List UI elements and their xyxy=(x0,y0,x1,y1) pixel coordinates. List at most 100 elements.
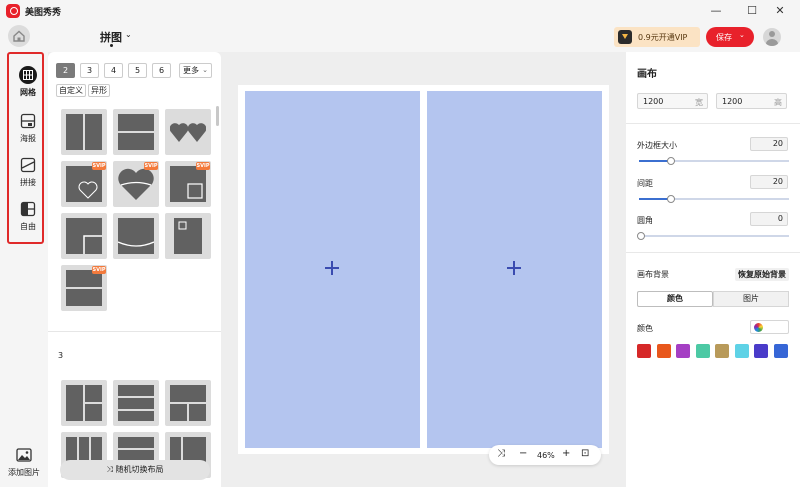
home-button[interactable] xyxy=(8,25,30,47)
restore-background-button[interactable]: 恢复原始背景 xyxy=(735,268,789,281)
layout-thumb[interactable] xyxy=(165,109,211,155)
shuffle-icon[interactable]: ⤨ xyxy=(497,448,505,459)
app-title: 美图秀秀 xyxy=(25,8,62,18)
color-swatch[interactable] xyxy=(656,344,671,358)
spacing-label: 间距 xyxy=(637,179,653,188)
nav-label: 网格 xyxy=(20,88,36,97)
layout-thumb[interactable] xyxy=(165,380,211,426)
tab-irregular[interactable]: 异形 xyxy=(88,84,110,97)
color-swatch[interactable] xyxy=(637,344,651,358)
outer-border-value[interactable]: 20 xyxy=(750,137,788,151)
save-label: 保存 xyxy=(716,33,732,42)
slider-knob[interactable] xyxy=(637,232,645,240)
section-divider xyxy=(48,331,221,332)
slider-knob[interactable] xyxy=(667,157,675,165)
mode-indicator-dot xyxy=(110,44,113,47)
width-value: 1200 xyxy=(643,97,664,106)
zoom-in-icon[interactable]: + xyxy=(562,448,570,459)
color-swatch[interactable] xyxy=(695,344,710,358)
nav-label: 拼接 xyxy=(20,178,36,187)
more-dropdown[interactable]: 更多 ⌄ xyxy=(179,63,212,78)
layout-square-inset-icon xyxy=(170,166,206,202)
count-tab-5[interactable]: 5 xyxy=(128,63,147,78)
poster-icon xyxy=(20,113,36,129)
color-swatch[interactable] xyxy=(715,344,729,358)
save-button[interactable]: 保存 ⌄ xyxy=(706,27,754,47)
layout-thumb[interactable] xyxy=(61,109,107,155)
top-toolbar: 拼图 ⌄ 0.9元开通VIP 保存 ⌄ xyxy=(0,22,800,52)
color-label: 颜色 xyxy=(637,324,653,333)
layout-thumb[interactable] xyxy=(61,213,107,259)
collage-cell-2[interactable] xyxy=(427,91,602,448)
count-tab-3[interactable]: 3 xyxy=(80,63,99,78)
color-swatch[interactable] xyxy=(676,344,690,358)
add-image-plus-icon[interactable] xyxy=(325,261,339,275)
corner-value[interactable]: 0 xyxy=(750,212,788,226)
fit-screen-icon[interactable]: ⊡ xyxy=(581,448,589,459)
layout-two-hearts-icon xyxy=(170,123,206,142)
canvas-width-input[interactable]: 1200 宽 xyxy=(637,93,708,109)
image-add-icon xyxy=(16,448,32,462)
color-picker[interactable] xyxy=(750,320,789,334)
more-label: 更多 xyxy=(183,66,199,75)
height-unit: 高 xyxy=(774,98,782,107)
panel-scrollbar[interactable] xyxy=(216,106,219,126)
shuffle-layout-button[interactable]: ⤨ 随机切换布局 xyxy=(60,460,210,480)
vip-upgrade-label: 0.9元开通VIP xyxy=(638,33,688,42)
tab-color[interactable]: 颜色 xyxy=(637,291,713,307)
corner-label: 圆角 xyxy=(637,216,653,225)
count-tab-2[interactable]: 2 xyxy=(56,63,75,78)
svip-badge: SVIP xyxy=(92,162,106,170)
slider-knob[interactable] xyxy=(667,195,675,203)
add-photo-button[interactable]: 添加图片 xyxy=(4,444,44,478)
nav-item-stitch[interactable]: 拼接 xyxy=(13,154,43,194)
spacing-slider[interactable] xyxy=(639,195,789,203)
height-value: 1200 xyxy=(722,97,743,106)
collage-cell-1[interactable] xyxy=(245,91,420,448)
nav-item-grid[interactable]: 网格 xyxy=(13,64,43,104)
count-tab-6[interactable]: 6 xyxy=(152,63,171,78)
add-image-plus-icon[interactable] xyxy=(507,261,521,275)
vip-upgrade-button[interactable]: 0.9元开通VIP xyxy=(614,27,700,47)
zoom-out-icon[interactable]: − xyxy=(519,448,527,459)
outer-border-label: 外边框大小 xyxy=(637,141,677,150)
color-swatch[interactable] xyxy=(754,344,768,358)
canvas-height-input[interactable]: 1200 高 xyxy=(716,93,787,109)
layout-thumb[interactable] xyxy=(165,213,211,259)
mode-switcher-label[interactable]: 拼图 xyxy=(100,29,122,45)
svip-badge: SVIP xyxy=(92,266,106,274)
layout-thumb[interactable] xyxy=(113,213,159,259)
chevron-down-icon[interactable]: ⌄ xyxy=(125,30,132,39)
zoom-controls: ⤨ − 46% + ⊡ xyxy=(489,445,601,465)
corner-slider[interactable] xyxy=(637,232,789,240)
layout-thumb[interactable]: SVIP xyxy=(61,161,107,207)
layout-three-c-icon xyxy=(170,385,206,421)
layout-thumb[interactable] xyxy=(113,380,159,426)
layout-thumb[interactable] xyxy=(113,109,159,155)
stitch-icon xyxy=(20,157,36,173)
divider xyxy=(626,252,800,253)
chevron-down-icon[interactable]: ⌄ xyxy=(739,31,745,39)
nav-label: 自由 xyxy=(20,222,36,231)
divider xyxy=(626,123,800,124)
minimize-icon[interactable]: — xyxy=(708,3,724,19)
nav-item-poster[interactable]: 海报 xyxy=(13,110,43,150)
nav-item-freestyle[interactable]: 自由 xyxy=(13,198,43,238)
zoom-level: 46% xyxy=(537,451,555,460)
width-unit: 宽 xyxy=(695,98,703,107)
layout-thumb[interactable] xyxy=(61,380,107,426)
spacing-value[interactable]: 20 xyxy=(750,175,788,189)
color-swatch[interactable] xyxy=(734,344,749,358)
title-bar: 美图秀秀 — ☐ ✕ xyxy=(0,0,800,22)
layout-thumb[interactable]: SVIP xyxy=(113,161,159,207)
layout-thumb[interactable]: SVIP xyxy=(165,161,211,207)
tab-custom[interactable]: 自定义 xyxy=(56,84,86,97)
maximize-icon[interactable]: ☐ xyxy=(744,3,760,19)
close-icon[interactable]: ✕ xyxy=(772,3,788,19)
color-swatch[interactable] xyxy=(773,344,788,358)
layout-thumb[interactable]: SVIP xyxy=(61,265,107,311)
count-tab-4[interactable]: 4 xyxy=(104,63,123,78)
tab-image[interactable]: 图片 xyxy=(713,291,789,307)
outer-border-slider[interactable] xyxy=(639,157,789,165)
avatar[interactable] xyxy=(763,28,781,46)
